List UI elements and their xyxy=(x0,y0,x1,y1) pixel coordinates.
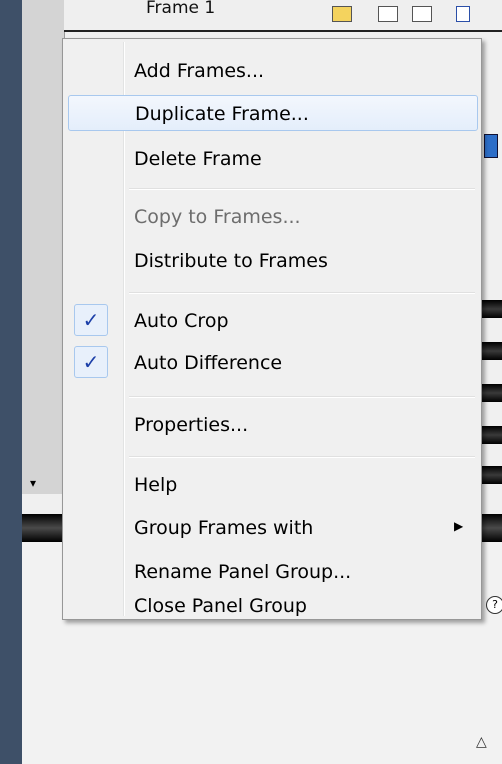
checkmark-icon: ✓ xyxy=(74,304,108,336)
menu-item-label: Add Frames... xyxy=(134,60,265,82)
menu-item-distribute-to-frames[interactable]: Distribute to Frames xyxy=(68,243,478,279)
menu-separator xyxy=(129,188,475,190)
menu-item-label: Rename Panel Group... xyxy=(134,561,352,583)
menu-item-help[interactable]: Help xyxy=(68,467,478,503)
menu-item-label: Distribute to Frames xyxy=(134,250,328,272)
checkmark-icon: ✓ xyxy=(74,346,108,378)
menu-item-label: Group Frames with xyxy=(134,517,314,539)
menu-separator xyxy=(129,396,475,398)
menu-item-auto-difference[interactable]: ✓ Auto Difference xyxy=(68,345,478,381)
frames-context-menu: Add Frames... Duplicate Frame... Delete … xyxy=(62,38,482,620)
menu-item-add-frames[interactable]: Add Frames... xyxy=(68,53,478,89)
selected-frame-fragment xyxy=(484,134,498,158)
menu-item-group-frames-with[interactable]: Group Frames with ▶ xyxy=(68,510,478,546)
onion-skin-icon[interactable] xyxy=(378,6,398,22)
menu-item-duplicate-frame[interactable]: Duplicate Frame... xyxy=(68,95,478,131)
menu-separator xyxy=(129,292,475,294)
menu-item-auto-crop[interactable]: ✓ Auto Crop xyxy=(68,303,478,339)
menu-item-label: Delete Frame xyxy=(134,148,262,170)
menu-item-close-panel-group[interactable]: Close Panel Group xyxy=(68,595,478,618)
left-panel-strip xyxy=(22,0,65,494)
dropdown-arrow-icon[interactable]: ▾ xyxy=(24,473,42,493)
menu-item-label: Close Panel Group xyxy=(134,595,307,617)
submenu-arrow-icon: ▶ xyxy=(454,519,464,533)
menu-item-label: Copy to Frames... xyxy=(134,206,301,228)
new-frame-icon[interactable] xyxy=(332,6,352,22)
gif-animation-icon[interactable] xyxy=(412,6,432,22)
menu-item-label: Auto Difference xyxy=(134,352,283,374)
collapse-triangle-icon[interactable]: △ xyxy=(476,734,487,750)
menu-item-delete-frame[interactable]: Delete Frame xyxy=(68,141,478,177)
menu-item-copy-to-frames: Copy to Frames... xyxy=(68,199,478,235)
menu-item-label: Help xyxy=(134,474,178,496)
menu-separator xyxy=(129,456,475,458)
frame-row[interactable]: Frame 1 xyxy=(64,0,502,32)
menu-item-rename-panel-group[interactable]: Rename Panel Group... xyxy=(68,554,478,590)
help-icon[interactable]: ? xyxy=(486,596,502,614)
menu-item-properties[interactable]: Properties... xyxy=(68,407,478,443)
menu-item-label: Duplicate Frame... xyxy=(135,103,309,125)
menu-item-label: Auto Crop xyxy=(134,310,229,332)
panel-options-icon[interactable] xyxy=(456,6,470,22)
frame-name: Frame 1 xyxy=(146,0,216,18)
menu-item-label: Properties... xyxy=(134,414,249,436)
